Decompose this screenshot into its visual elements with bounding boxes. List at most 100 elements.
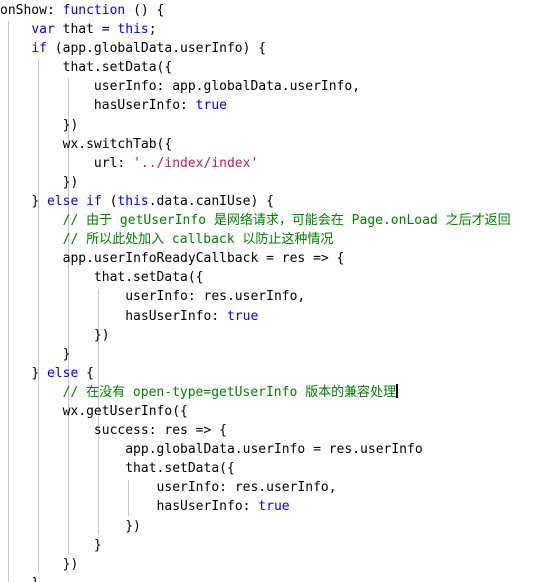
code-line[interactable]: onShow: function () { [0,1,542,20]
code-token-keyword: true [258,499,290,515]
code-line[interactable]: }) [0,326,542,345]
code-token-keyword: var [31,22,55,38]
code-token-keyword: this [117,22,149,38]
code-line[interactable]: app.globalData.userInfo = res.userInfo [0,440,542,459]
code-line[interactable]: var that = this; [0,20,542,39]
code-token-keyword: this [117,193,149,209]
code-token-keyword: else [46,193,79,209]
code-token-plain: success: res => { [93,423,227,439]
code-token-plain: wx.getUserInfo({ [62,403,188,419]
code-token-plain: that = [54,22,118,38]
code-line[interactable]: } else { [0,364,542,383]
code-token-plain: }) [125,518,141,534]
code-token-comment: // 由于 getUserInfo 是网络请求，可能会在 Page.onLoad… [62,213,511,229]
code-line[interactable]: wx.switchTab({ [0,135,542,154]
code-line[interactable]: } [0,345,542,364]
code-line[interactable]: success: res => { [0,421,542,440]
code-line[interactable]: if (app.globalData.userInfo) { [0,39,542,58]
code-line[interactable]: } [0,574,542,582]
code-token-plain: that.setData({ [125,461,235,477]
code-token-plain: that.setData({ [62,60,173,76]
code-line[interactable]: } else if (this.data.canIUse) { [0,192,542,211]
code-line[interactable]: that.setData({ [0,268,542,287]
code-token-keyword: if [31,41,47,57]
code-token-keyword: true [226,308,259,324]
code-line[interactable]: userInfo: app.globalData.userInfo, [0,77,542,96]
code-token-keyword: true [195,98,227,114]
code-token-plain: }) [62,117,79,133]
code-token-plain: }) [62,174,79,190]
code-content[interactable]: onShow: function () { var that = this; i… [0,1,542,582]
code-token-keyword: function [62,3,126,18]
code-line[interactable]: // 由于 getUserInfo 是网络请求，可能会在 Page.onLoad… [0,211,542,230]
code-token-comment: // 在没有 open-type=getUserInfo 版本的兼容处理 [62,384,397,400]
code-line[interactable]: }) [0,116,542,135]
code-line[interactable]: }) [0,173,542,192]
code-token-keyword: if [86,193,102,209]
code-line[interactable]: that.setData({ [0,459,542,478]
code-line[interactable]: // 在没有 open-type=getUserInfo 版本的兼容处理 [0,383,542,402]
code-token-plain: .data.canIUse) { [148,193,274,209]
code-token-plain: that.setData({ [93,270,204,286]
code-line[interactable]: hasUserInfo: true [0,96,542,115]
code-token-string: '../index/index' [133,155,259,171]
text-cursor [396,383,398,398]
code-token-plain: }) [62,556,79,572]
code-line[interactable]: }) [0,555,542,574]
code-token-plain: hasUserInfo: [156,499,259,515]
code-token-plain: onShow: [0,3,63,18]
code-line[interactable]: that.setData({ [0,58,542,77]
code-line[interactable]: userInfo: res.userInfo, [0,287,542,306]
code-token-plain: } [93,537,102,553]
code-token-plain: } [31,576,39,582]
code-token-plain: (app.globalData.userInfo) { [46,41,267,57]
code-token-plain: userInfo: res.userInfo, [156,480,337,496]
code-line[interactable]: app.userInfoReadyCallback = res => { [0,249,542,268]
code-line[interactable]: hasUserInfo: true [0,497,542,516]
code-token-plain: userInfo: app.globalData.userInfo, [93,79,361,95]
code-editor[interactable]: onShow: function () { var that = this; i… [0,0,542,582]
code-token-plain: } [31,193,47,209]
code-token-plain: app.globalData.userInfo = res.userInfo [125,442,423,458]
code-line[interactable]: }) [0,517,542,536]
code-token-plain: url: [93,155,134,171]
code-line[interactable]: url: '../index/index' [0,154,542,173]
code-token-plain: }) [93,327,110,343]
code-line[interactable]: wx.getUserInfo({ [0,402,542,421]
code-token-plain: { [78,365,94,381]
code-token-plain: hasUserInfo: [93,98,196,114]
code-line[interactable]: userInfo: res.userInfo, [0,478,542,497]
code-line[interactable]: // 所以此处加入 callback 以防止这种情况 [0,230,542,249]
code-token-plain: app.userInfoReadyCallback = res => { [62,251,345,267]
code-token-plain: wx.switchTab({ [62,136,173,152]
code-token-plain: ( [101,193,118,209]
code-token-plain: ; [148,22,157,38]
code-token-comment: // 所以此处加入 callback 以防止这种情况 [62,232,334,248]
code-token-plain: () { [125,3,165,18]
code-line[interactable]: hasUserInfo: true [0,307,542,326]
code-line[interactable]: } [0,536,542,555]
